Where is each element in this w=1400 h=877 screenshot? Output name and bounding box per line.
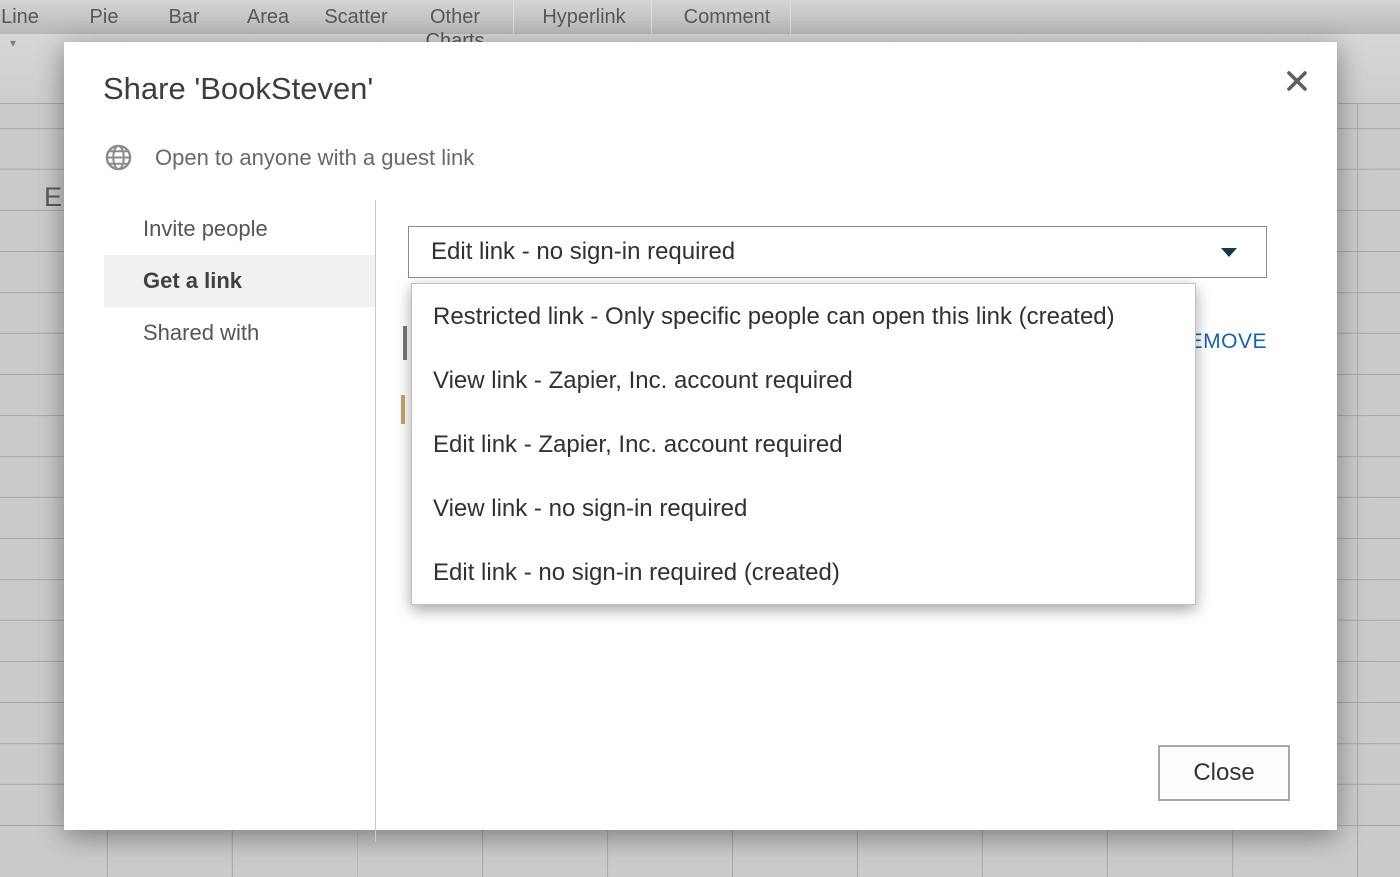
chart-ribbon: Line Pie Bar Area Scatter Other Charts H… xyxy=(0,0,1400,42)
dialog-title: Share 'BookSteven' xyxy=(103,71,374,106)
ribbon-tab-scatter[interactable]: Scatter xyxy=(306,0,406,42)
share-dialog: Share 'BookSteven' Open to anyone with a… xyxy=(64,42,1337,842)
ribbon-tab-line[interactable]: Line xyxy=(0,0,50,42)
option-view-link-account[interactable]: View link - Zapier, Inc. account require… xyxy=(412,349,1195,413)
ribbon-separator xyxy=(651,0,652,34)
option-edit-link-no-signin[interactable]: Edit link - no sign-in required (created… xyxy=(412,541,1195,605)
link-permission-dropdown: Restricted link - Only specific people c… xyxy=(411,283,1196,605)
guest-link-status: Open to anyone with a guest link xyxy=(105,144,474,171)
chevron-down-icon[interactable]: ▾ xyxy=(10,36,16,50)
ribbon-tab-bar[interactable]: Bar xyxy=(152,0,216,42)
nav-item-shared-with[interactable]: Shared with xyxy=(104,307,375,359)
ribbon-tab-hyperlink[interactable]: Hyperlink xyxy=(524,0,644,42)
option-restricted-link[interactable]: Restricted link - Only specific people c… xyxy=(412,285,1195,349)
link-permission-value: Edit link - no sign-in required xyxy=(431,238,736,265)
nav-divider xyxy=(375,200,376,842)
ribbon-separator xyxy=(513,0,514,34)
close-button[interactable]: Close xyxy=(1158,745,1290,801)
close-icon[interactable] xyxy=(1282,66,1312,96)
ribbon-tab-pie[interactable]: Pie xyxy=(74,0,134,42)
close-x-glyph xyxy=(1287,71,1307,91)
share-dialog-nav: Invite people Get a link Shared with xyxy=(104,203,375,359)
screen: Line Pie Bar Area Scatter Other Charts H… xyxy=(0,0,1400,877)
guest-link-note: Open to anyone with a guest link xyxy=(155,144,475,170)
select-caret-icon xyxy=(1221,248,1237,257)
obscured-widget-fragment xyxy=(401,395,405,424)
ribbon-separator xyxy=(790,0,791,34)
obscured-textbox-fragment xyxy=(403,326,407,360)
nav-item-get-a-link[interactable]: Get a link xyxy=(104,255,375,307)
ribbon-tab-other-charts[interactable]: Other Charts xyxy=(415,0,495,42)
nav-item-invite-people[interactable]: Invite people xyxy=(104,203,375,255)
globe-icon xyxy=(105,144,132,171)
option-view-link-no-signin[interactable]: View link - no sign-in required xyxy=(412,477,1195,541)
spreadsheet-cell-value: E xyxy=(44,182,63,212)
link-permission-select[interactable]: Edit link - no sign-in required xyxy=(408,226,1267,278)
option-edit-link-account[interactable]: Edit link - Zapier, Inc. account require… xyxy=(412,413,1195,477)
ribbon-tab-comment[interactable]: Comment xyxy=(662,0,792,42)
ribbon-tab-area[interactable]: Area xyxy=(228,0,308,42)
